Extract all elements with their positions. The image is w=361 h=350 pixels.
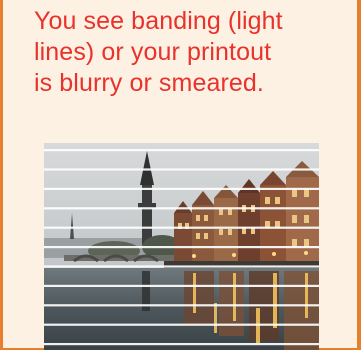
banding-line	[44, 343, 319, 346]
headline-line: You see banding (light	[34, 7, 283, 35]
banding-line	[44, 284, 319, 287]
right-border	[357, 0, 361, 350]
problem-description: You see banding (light lines) or your pr…	[34, 6, 334, 99]
banding-line	[44, 187, 319, 190]
headline-line: is blurry or smeared.	[34, 69, 264, 97]
troubleshooting-page: You see banding (light lines) or your pr…	[0, 0, 361, 350]
banding-line	[44, 304, 319, 307]
banding-example-photo	[44, 143, 319, 350]
left-border	[0, 0, 3, 350]
banding-line	[44, 246, 319, 249]
headline-line: lines) or your printout	[34, 38, 272, 66]
banding-line	[44, 265, 319, 268]
banding-line	[44, 323, 319, 326]
banding-line	[44, 226, 319, 229]
banding-line	[44, 149, 319, 152]
banding-line	[44, 168, 319, 171]
banding-line	[44, 207, 319, 210]
